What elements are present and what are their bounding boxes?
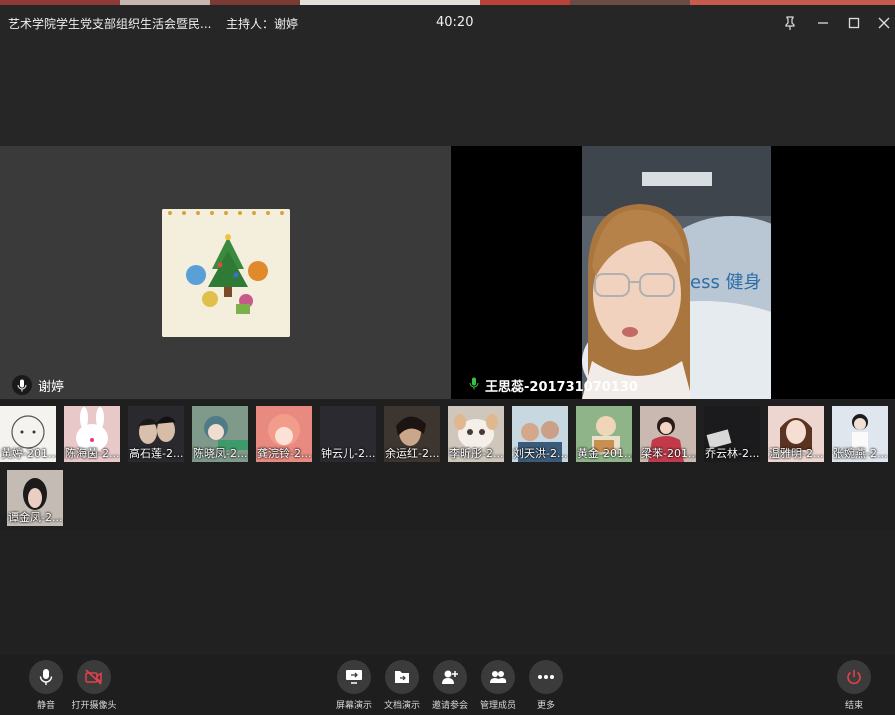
participant-thumb[interactable]: 刘天洪-2... (512, 406, 568, 462)
power-icon (837, 660, 871, 694)
participant-thumb[interactable]: 陈海茵-2... (64, 406, 120, 462)
screen-share-label: 屏幕演示 (335, 701, 372, 711)
participant-label: 乔云林-2... (705, 447, 760, 460)
participant-label: 温雅明-2... (769, 447, 824, 460)
participant-thumb[interactable]: 张婉燕-2... (832, 406, 888, 462)
host-label: 主持人： (226, 17, 275, 31)
participant-label: 黄婷-201... (1, 447, 56, 460)
members-icon (481, 660, 515, 694)
participant-thumb[interactable]: 乔云林-2... (704, 406, 760, 462)
host-info: 主持人：谢婷 (226, 15, 298, 32)
participant-thumb[interactable]: 陈晓凤-2... (192, 406, 248, 462)
participant-label: 张婉燕-2... (833, 447, 888, 460)
mute-label: 静音 (36, 701, 55, 711)
host-avatar (162, 209, 290, 337)
host-name-label: 谢婷 (12, 375, 64, 395)
end-meeting-button[interactable]: 结束 (824, 660, 884, 714)
participant-label: 李昕彤-2... (449, 447, 504, 460)
background-sign-text: ess 健身 (690, 272, 762, 293)
camera-label: 打开摄像头 (71, 701, 117, 711)
participant-label: 陈晓凤-2... (193, 447, 248, 460)
participant-label: 钟云儿-2... (321, 447, 376, 460)
more-label: 更多 (536, 701, 555, 711)
participant-label: 梁苯-201... (641, 447, 696, 460)
participant-video: ess 健身 (582, 146, 771, 399)
more-button[interactable]: 更多 (516, 660, 576, 714)
title-bar: 艺术学院学生党支部组织生活会暨民... 主持人：谢婷 40:20 (0, 5, 895, 41)
end-label: 结束 (844, 701, 863, 711)
participant-label: 谭金凤-2... (8, 511, 63, 524)
participant-label: 余运红-2... (385, 447, 440, 460)
maximize-icon[interactable] (844, 13, 864, 33)
microphone-icon (29, 660, 63, 694)
participant-label: 刘天洪-2... (513, 447, 568, 460)
participant-thumb[interactable]: 温雅明-2... (768, 406, 824, 462)
participant-label: 陈海茵-2... (65, 447, 120, 460)
pin-icon[interactable] (780, 13, 800, 33)
host-tile-name: 谢婷 (38, 379, 65, 395)
participant-thumb[interactable]: 梁苯-201... (640, 406, 696, 462)
meeting-header-area (0, 41, 895, 146)
doc-share-label: 文档演示 (383, 701, 420, 711)
microphone-active-icon (469, 377, 479, 394)
document-icon (385, 660, 419, 694)
speaker-tile-video[interactable]: ess 健身 王思蕊-201731070130 (451, 146, 895, 399)
invite-label: 邀请参会 (431, 701, 468, 711)
host-name: 谢婷 (274, 17, 299, 31)
more-dots-icon (529, 660, 563, 694)
participant-thumb[interactable]: 钟云儿-2... (320, 406, 376, 462)
participant-thumb[interactable]: 李昕彤-2... (448, 406, 504, 462)
participant-thumb[interactable]: 黄金-201... (576, 406, 632, 462)
participant-thumb[interactable]: 黄婷-201... (0, 406, 56, 462)
meeting-title: 艺术学院学生党支部组织生活会暨民... (8, 17, 212, 31)
meeting-timer: 40:20 (436, 15, 474, 30)
camera-button[interactable]: 打开摄像头 (64, 660, 124, 714)
speaker-tile-host[interactable]: 谢婷 (0, 146, 451, 399)
video-participant-name-label: 王思蕊-201731070130 (469, 376, 638, 395)
participant-thumb[interactable]: 高石莲-2... (128, 406, 184, 462)
camera-off-icon (77, 660, 111, 694)
participant-thumb[interactable]: 龚浣铃-2... (256, 406, 312, 462)
participant-thumb[interactable]: 余运红-2... (384, 406, 440, 462)
add-user-icon (433, 660, 467, 694)
close-icon[interactable] (874, 13, 894, 33)
participant-label: 高石莲-2... (129, 447, 184, 460)
microphone-icon (12, 375, 32, 395)
screen-share-icon (337, 660, 371, 694)
video-participant-name: 王思蕊-201731070130 (485, 380, 638, 395)
manage-members-label: 管理成员 (479, 701, 516, 711)
participant-label: 黄金-201... (577, 447, 632, 460)
participant-thumb[interactable]: 谭金凤-2... (7, 470, 63, 526)
participant-label: 龚浣铃-2... (257, 447, 312, 460)
empty-area (0, 530, 895, 655)
participants-strip: 黄婷-201... 陈海茵-2... 高石莲-2... 陈晓凤-2... 龚浣铃… (0, 400, 895, 530)
meeting-toolbar: 静音 打开摄像头 屏幕演示 文档演示 邀请参会 管理成员 更多 结束 (0, 655, 895, 715)
minimize-icon[interactable] (813, 13, 833, 33)
